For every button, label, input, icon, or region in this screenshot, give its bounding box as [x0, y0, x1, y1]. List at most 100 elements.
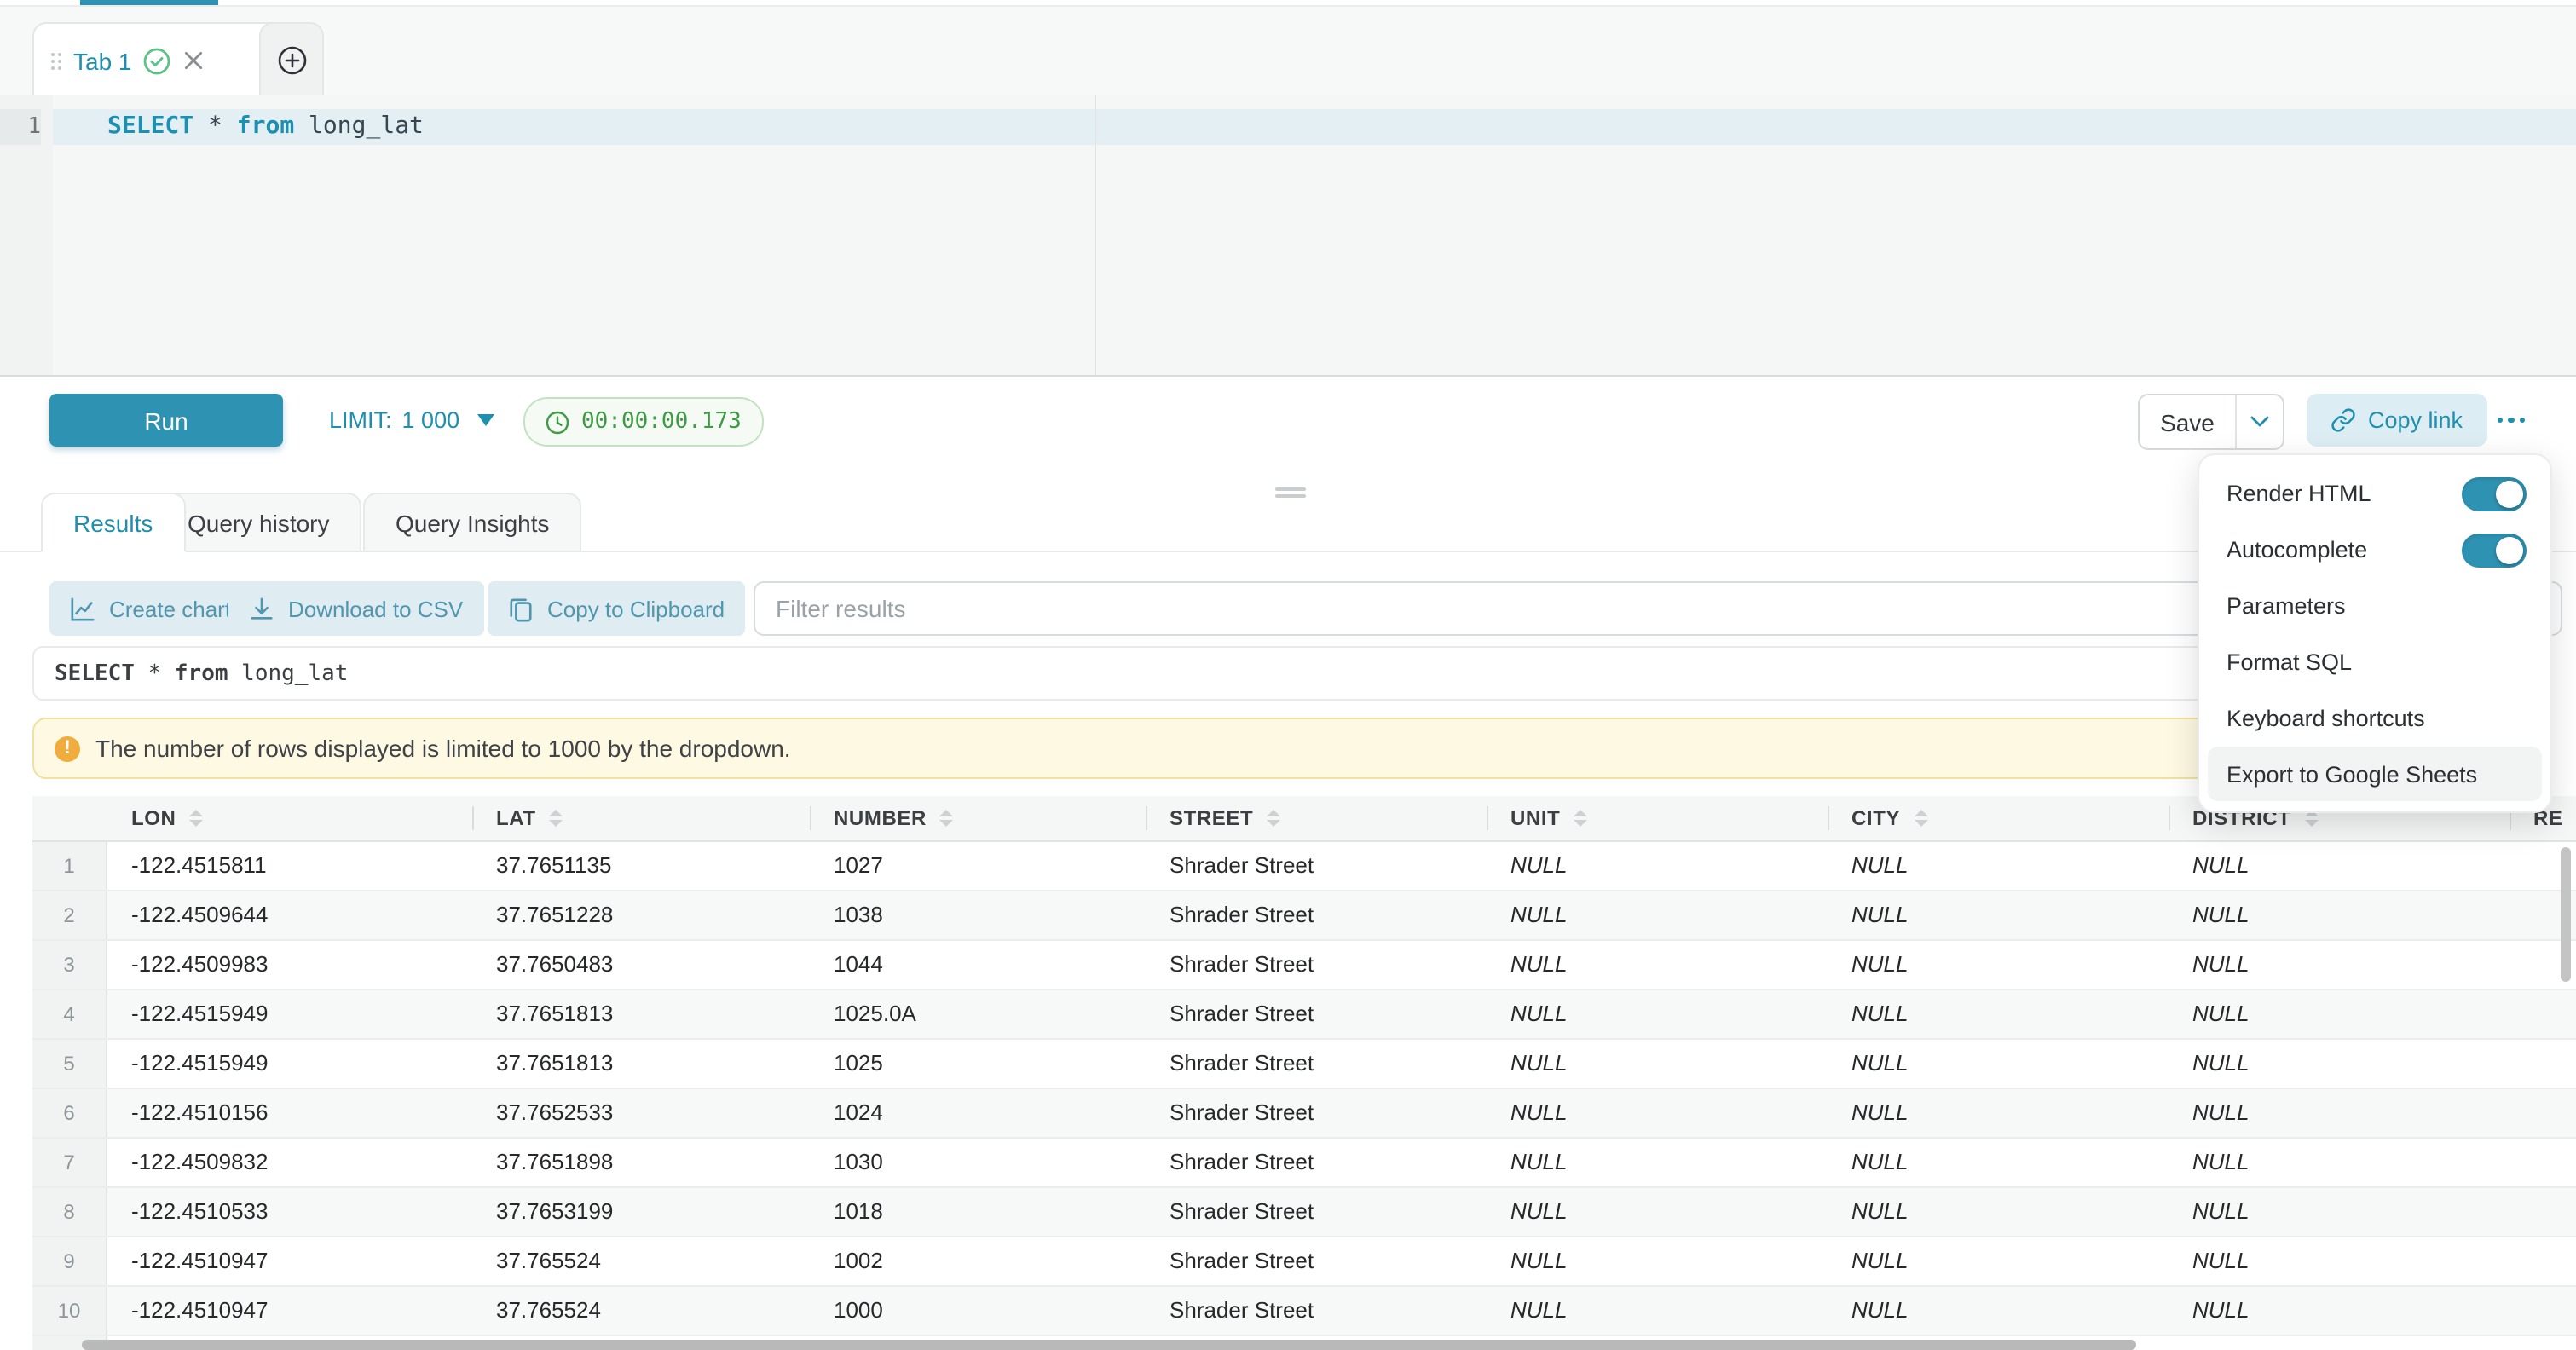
tab-query-history[interactable]: Query history: [155, 493, 362, 552]
sort-icon[interactable]: [1267, 810, 1280, 827]
table-cell: 37.7650483: [472, 941, 810, 989]
save-button[interactable]: Save: [2140, 395, 2235, 448]
copy-link-label: Copy link: [2368, 407, 2463, 433]
options-dropdown-menu: Render HTML Autocomplete Parameters Form…: [2198, 453, 2552, 813]
render-html-toggle[interactable]: [2462, 476, 2527, 511]
results-actions: Create chart Download to CSV Copy to Cli…: [0, 581, 2576, 636]
menu-item-keyboard-shortcuts[interactable]: Keyboard shortcuts: [2199, 690, 2550, 747]
table-cell: [2510, 1287, 2576, 1335]
tab-drag-handle-icon[interactable]: [51, 52, 61, 69]
column-label: NUMBER: [834, 806, 927, 830]
sort-icon[interactable]: [550, 810, 563, 827]
table-cell: 37.7652533: [472, 1089, 810, 1137]
table-cell: NULL: [2169, 1040, 2510, 1088]
create-chart-button[interactable]: Create chart: [49, 581, 251, 636]
column-header-city[interactable]: CITY: [1828, 796, 2169, 840]
line-number: 1: [0, 109, 41, 145]
table-cell: NULL: [2169, 941, 2510, 989]
table-cell: 37.7651898: [472, 1139, 810, 1186]
menu-item-format-sql[interactable]: Format SQL: [2199, 634, 2550, 690]
sort-icon[interactable]: [1914, 810, 1927, 827]
editor-active-line: [53, 109, 2576, 145]
row-number: 6: [32, 1089, 107, 1137]
table-cell: Shrader Street: [1146, 990, 1487, 1038]
column-header-number[interactable]: NUMBER: [810, 796, 1146, 840]
table-cell: Shrader Street: [1146, 1238, 1487, 1285]
editor-tab[interactable]: Tab 1: [32, 22, 286, 97]
table-cell: [2510, 1188, 2576, 1236]
table-cell: Shrader Street: [1146, 941, 1487, 989]
tab-query-insights[interactable]: Query Insights: [363, 493, 582, 552]
menu-item-export-google-sheets[interactable]: Export to Google Sheets: [2208, 747, 2542, 801]
autocomplete-toggle[interactable]: [2462, 533, 2527, 567]
save-options-button[interactable]: [2235, 395, 2283, 448]
row-number: 3: [32, 941, 107, 989]
save-split-button: Save: [2138, 394, 2284, 450]
sort-icon[interactable]: [189, 810, 203, 827]
column-header-lon[interactable]: LON: [107, 796, 472, 840]
table-cell: NULL: [2169, 1188, 2510, 1236]
download-csv-label: Download to CSV: [288, 596, 463, 621]
table-cell: Shrader Street: [1146, 842, 1487, 890]
table-cell: NULL: [1487, 1238, 1828, 1285]
table-cell: Shrader Street: [1146, 891, 1487, 939]
run-button[interactable]: Run: [49, 394, 283, 447]
table-row: 9-122.451094737.7655241002Shrader Street…: [32, 1238, 2576, 1287]
column-label: CITY: [1851, 806, 1900, 830]
more-options-button[interactable]: [2486, 394, 2537, 447]
sort-icon[interactable]: [940, 810, 954, 827]
table-cell: [2510, 1040, 2576, 1088]
table-cell: NULL: [1487, 1287, 1828, 1335]
limit-dropdown[interactable]: LIMIT: 1 000: [329, 394, 494, 447]
horizontal-scrollbar[interactable]: [82, 1340, 2136, 1350]
query-timer: 00:00:00.173: [523, 397, 764, 447]
table-row: 1-122.451581137.76511351027Shrader Stree…: [32, 842, 2576, 891]
add-tab-button[interactable]: [259, 22, 324, 97]
download-csv-button[interactable]: Download to CSV: [228, 581, 483, 636]
table-cell: [2510, 1089, 2576, 1137]
menu-item-render-html[interactable]: Render HTML: [2199, 465, 2550, 522]
table-cell: NULL: [2169, 1238, 2510, 1285]
menu-item-parameters[interactable]: Parameters: [2199, 578, 2550, 634]
table-cell: 37.7651135: [472, 842, 810, 890]
column-header-unit[interactable]: UNIT: [1487, 796, 1828, 840]
tab-results[interactable]: Results: [41, 493, 185, 552]
vertical-scrollbar[interactable]: [2561, 847, 2571, 982]
table-cell: 37.765524: [472, 1238, 810, 1285]
copy-to-clipboard-button[interactable]: Copy to Clipboard: [488, 581, 745, 636]
menu-item-label: Autocomplete: [2227, 537, 2367, 562]
column-header-lat[interactable]: LAT: [472, 796, 810, 840]
sql-code-line: SELECT * from long_lat: [107, 109, 424, 145]
copy-link-button[interactable]: Copy link: [2307, 394, 2486, 447]
sql-text: *: [135, 661, 175, 686]
sql-table-name: long_lat: [294, 112, 424, 140]
create-chart-label: Create chart: [109, 596, 231, 621]
row-number: 5: [32, 1040, 107, 1088]
table-cell: -122.4509644: [107, 891, 472, 939]
clipboard-icon: [508, 596, 534, 621]
editor-tab-bar: Tab 1: [0, 5, 2576, 97]
download-icon: [249, 596, 274, 621]
row-number: 8: [32, 1188, 107, 1236]
table-cell: 1025.0A: [810, 990, 1146, 1038]
table-cell: Shrader Street: [1146, 1089, 1487, 1137]
table-cell: Shrader Street: [1146, 1139, 1487, 1186]
sql-editor[interactable]: 1 SELECT * from long_lat: [0, 95, 2576, 377]
close-tab-icon[interactable]: [183, 49, 205, 72]
sort-icon[interactable]: [1574, 810, 1587, 827]
table-cell: -122.4510156: [107, 1089, 472, 1137]
table-cell: 37.7651813: [472, 1040, 810, 1088]
table-cell: NULL: [1487, 1089, 1828, 1137]
table-cell: 1000: [810, 1287, 1146, 1335]
editor-toolbar: Run LIMIT: 1 000 00:00:00.173 Save: [0, 377, 2576, 486]
table-cell: NULL: [1828, 1287, 2169, 1335]
table-cell: -122.4510947: [107, 1287, 472, 1335]
table-cell: Shrader Street: [1146, 1040, 1487, 1088]
column-header-street[interactable]: STREET: [1146, 796, 1487, 840]
row-number: 4: [32, 990, 107, 1038]
menu-item-autocomplete[interactable]: Autocomplete: [2199, 522, 2550, 578]
sql-table-name: long_lat: [228, 661, 349, 686]
table-cell: [2510, 1139, 2576, 1186]
table-cell: NULL: [1487, 990, 1828, 1038]
sql-keyword: from: [175, 661, 228, 686]
